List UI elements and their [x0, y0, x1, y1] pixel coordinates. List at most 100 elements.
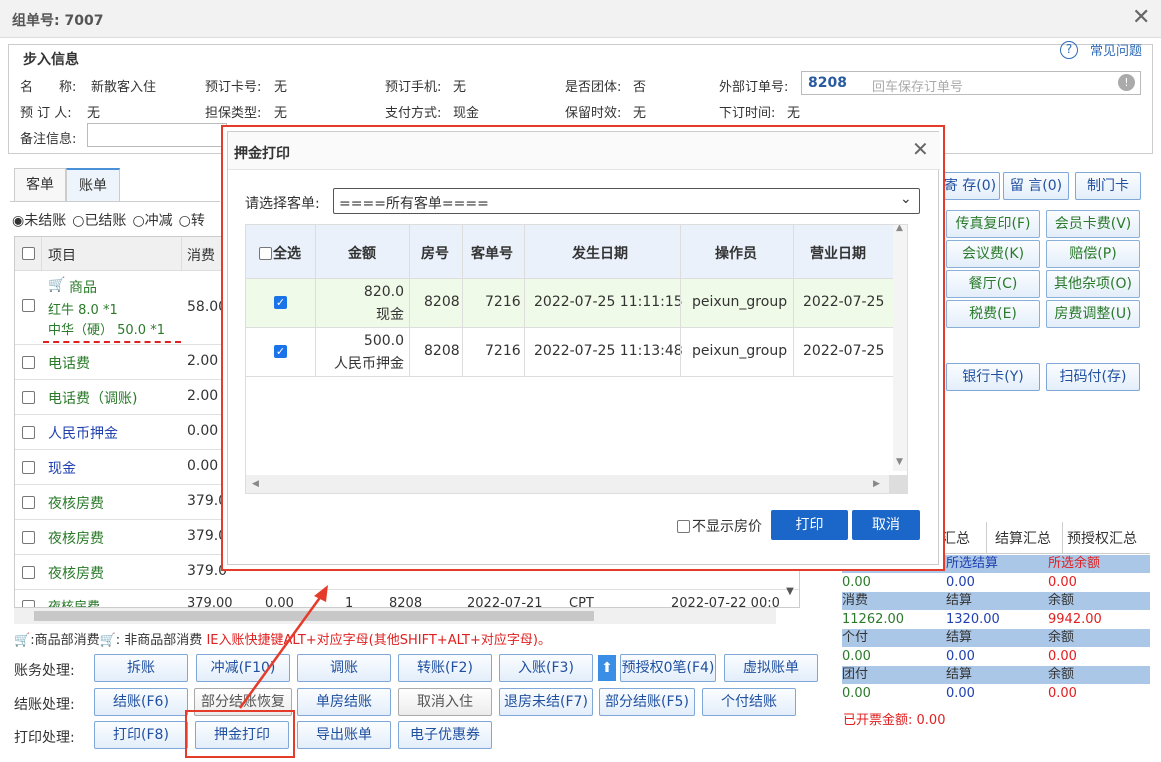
- field-card-label: 预订卡号:: [205, 80, 262, 95]
- cart-icon: 🛒: [99, 633, 116, 648]
- scroll-left-icon[interactable]: ◀: [252, 479, 259, 489]
- meeting-fee-button[interactable]: 会议费(K): [946, 240, 1040, 268]
- summary-cell: 所选结算: [946, 556, 999, 571]
- summary-tabs: 汇总 结算汇总 预授权汇总: [942, 522, 1150, 554]
- dialog-close-icon[interactable]: ✕: [912, 139, 929, 159]
- close-icon[interactable]: ✕: [1132, 7, 1150, 29]
- transfer-button[interactable]: 转账(F2): [398, 654, 492, 682]
- restaurant-button[interactable]: 餐厅(C): [946, 270, 1040, 298]
- row-checkbox[interactable]: [22, 461, 35, 474]
- room-rate-adjust-button[interactable]: 房费调整(U): [1046, 300, 1140, 328]
- scrollbar-corner: [889, 475, 907, 493]
- info-icon[interactable]: !: [1118, 74, 1135, 91]
- filter-unsettled[interactable]: ◉未结账: [12, 210, 66, 230]
- e-coupon-button[interactable]: 电子优惠券: [398, 721, 492, 749]
- row-checkbox[interactable]: [22, 496, 35, 509]
- row-checkbox[interactable]: [22, 356, 35, 369]
- misc-items-button[interactable]: 其他杂项(O): [1046, 270, 1140, 298]
- col-divider: [409, 328, 410, 377]
- individual-checkout-button[interactable]: 个付结账: [702, 688, 796, 716]
- hide-price-label: 不显示房价: [692, 519, 762, 535]
- dialog-print-button[interactable]: 打印: [771, 510, 848, 540]
- post-button[interactable]: 入账(F3): [499, 654, 593, 682]
- make-key-button[interactable]: 制门卡: [1075, 172, 1141, 200]
- row3-label: 打印处理:: [14, 730, 75, 746]
- table-row[interactable]: 夜核房费 379.00 0.00 1 8208 2022-07-21 CPT 2…: [15, 590, 799, 608]
- scroll-up-icon[interactable]: ▲: [896, 225, 903, 233]
- hide-price-checkbox[interactable]: [677, 519, 690, 533]
- row-amount: 500.0: [363, 333, 404, 349]
- export-bill-button[interactable]: 导出账单: [297, 721, 391, 749]
- filter-transfer[interactable]: ○转: [179, 210, 205, 230]
- row-checkbox[interactable]: [22, 391, 35, 404]
- cart-icon: 🛒: [48, 277, 66, 293]
- filter-settled[interactable]: ○已结账: [72, 210, 126, 230]
- row-item-name: 人民币押金: [48, 426, 118, 442]
- deposit-print-button[interactable]: 押金打印: [195, 721, 289, 749]
- row-checkbox-checked[interactable]: ✓: [274, 296, 287, 309]
- table-horizontal-scrollbar[interactable]: ◀ ▶: [246, 475, 907, 493]
- remark-input[interactable]: [87, 123, 227, 147]
- row-amount: 379.00: [187, 596, 233, 608]
- cancel-checkin-button[interactable]: 取消入住: [398, 688, 492, 716]
- external-order-input[interactable]: 8208 回车保存订单号 !: [801, 71, 1141, 95]
- header-room: 房号: [421, 246, 449, 262]
- row-checkbox[interactable]: [22, 600, 35, 607]
- grid-horizontal-scrollbar[interactable]: [14, 608, 776, 624]
- select-all-checkbox[interactable]: [259, 246, 272, 260]
- tab-preauth-summary[interactable]: 预授权汇总: [1067, 528, 1137, 548]
- tab-settlement-summary[interactable]: 结算汇总: [995, 528, 1051, 548]
- fax-copy-button[interactable]: 传真复印(F): [946, 210, 1040, 238]
- summary-cell: 团付: [842, 667, 869, 682]
- row-checkbox[interactable]: [22, 566, 35, 579]
- print-button[interactable]: 打印(F8): [94, 721, 188, 749]
- summary-cell: 余额: [1048, 593, 1075, 608]
- checkout-button[interactable]: 结账(F6): [94, 688, 188, 716]
- order-select[interactable]: ====所有客单==== ⌄: [333, 188, 920, 214]
- scroll-right-icon[interactable]: ▶: [873, 479, 880, 489]
- compensation-button[interactable]: 赔偿(P): [1046, 240, 1140, 268]
- arrow-up-icon[interactable]: ⬆: [598, 655, 616, 681]
- bank-card-button[interactable]: 银行卡(Y): [946, 363, 1040, 391]
- help-link[interactable]: ? 常见问题: [1060, 40, 1142, 59]
- preauth-button[interactable]: 预授权0笔(F4): [620, 654, 716, 682]
- row-bizdate: 2022-07-22 00:0: [671, 596, 780, 608]
- row-checkbox-checked[interactable]: ✓: [274, 345, 287, 358]
- dialog-cancel-button[interactable]: 取消: [852, 510, 920, 540]
- row-checkbox[interactable]: [22, 299, 35, 312]
- row-amount: 0.00: [187, 423, 219, 439]
- summary-cell: 0.00: [946, 649, 975, 664]
- summary-values: 0.00 0.00 0.00: [842, 647, 1150, 666]
- table-row[interactable]: ✓ 500.0 人民币押金 8208 7216 2022-07-25 11:13…: [246, 328, 893, 377]
- summary-cell: 个付: [842, 630, 869, 645]
- row-checkbox[interactable]: [22, 531, 35, 544]
- row-checkbox[interactable]: [22, 426, 35, 439]
- grid-header-amount: 消费: [187, 248, 215, 264]
- split-bill-button[interactable]: 拆账: [94, 654, 188, 682]
- member-card-button[interactable]: 会员卡费(V): [1046, 210, 1140, 238]
- external-order-placeholder: 回车保存订单号: [872, 80, 964, 95]
- deposit-table-header: 全选 金额 房号 客单号 发生日期 操作员 营业日期: [246, 225, 907, 279]
- filter-offset[interactable]: ○冲减: [132, 210, 172, 230]
- grid-select-all[interactable]: [22, 247, 35, 260]
- summary-cell: 结算: [946, 667, 973, 682]
- scan-pay-button[interactable]: 扫码付(存): [1046, 363, 1140, 391]
- tax-button[interactable]: 税费(E): [946, 300, 1040, 328]
- header-select-all[interactable]: 全选: [259, 243, 301, 263]
- storage-button[interactable]: 寄 存(0): [940, 172, 1000, 200]
- scroll-down-icon[interactable]: ▼: [782, 586, 798, 606]
- tab-summary[interactable]: 汇总: [942, 528, 970, 548]
- message-button[interactable]: 留 言(0): [1003, 172, 1069, 200]
- table-row[interactable]: ✓ 820.0 现金 8208 7216 2022-07-25 11:11:15…: [246, 279, 893, 328]
- tab-bill[interactable]: 账单: [66, 168, 120, 202]
- col-divider: [793, 328, 794, 377]
- scroll-down-icon[interactable]: ▼: [896, 457, 903, 467]
- row-item-name: 夜核房费: [48, 600, 101, 608]
- tab-guest-order[interactable]: 客单: [14, 168, 66, 202]
- table-vertical-scrollbar[interactable]: ▲ ▼: [893, 225, 907, 471]
- hide-price-option[interactable]: 不显示房价: [677, 516, 762, 536]
- partial-checkout-button[interactable]: 部分结账(F5): [599, 688, 695, 716]
- checkout-unsettled-button[interactable]: 退房未结(F7): [499, 688, 593, 716]
- virtual-bill-button[interactable]: 虚拟账单: [724, 654, 818, 682]
- row-business-date: 2022-07-25: [803, 343, 885, 359]
